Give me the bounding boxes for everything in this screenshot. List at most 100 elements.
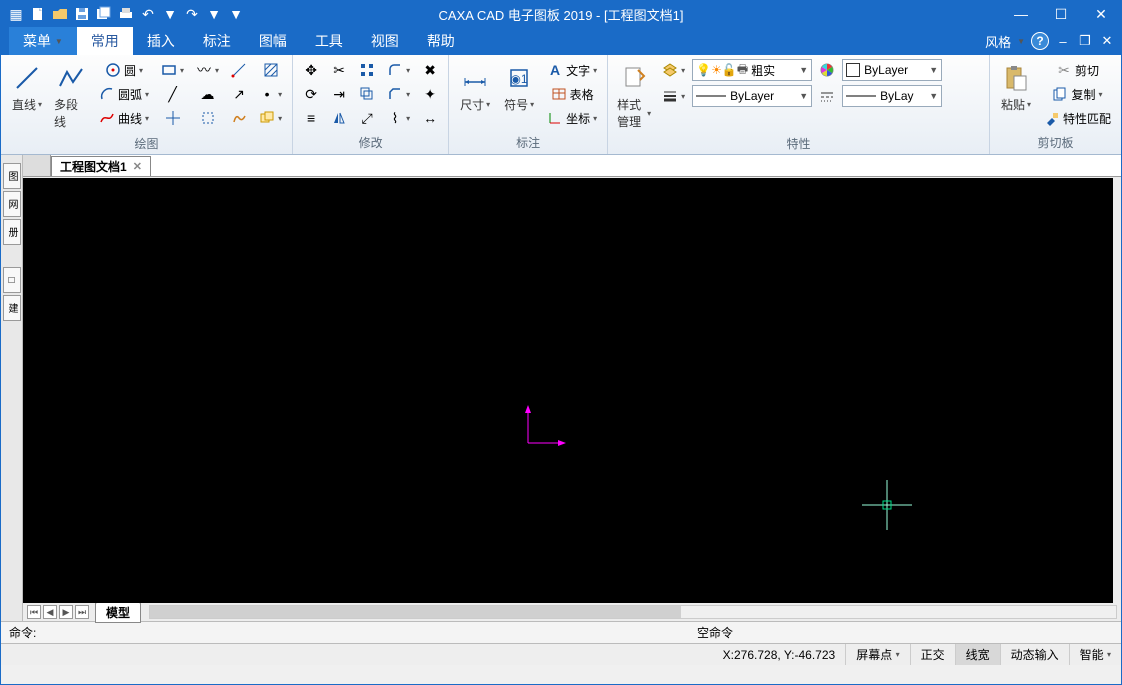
palette-tab-3[interactable]: 册 [3,219,21,245]
offset-button[interactable] [355,83,379,105]
print-icon[interactable] [117,5,135,23]
coord-button[interactable]: 坐标▾ [543,107,601,129]
color-wheel-button[interactable] [815,59,839,81]
move-button[interactable]: ✥ [299,59,323,81]
match-button[interactable]: 特性匹配 [1040,107,1115,129]
mdi-restore-icon[interactable]: ❐ [1077,33,1093,49]
mdi-minimize-icon[interactable]: – [1055,33,1071,49]
status-dyn-input[interactable]: 动态输入 [1001,644,1070,665]
layer-mgr-button[interactable]: ▾ [658,59,689,81]
region-button[interactable] [192,107,223,129]
minimize-button[interactable]: — [1001,1,1041,27]
palette-tab-5[interactable]: 建 [3,295,21,321]
rotate-button[interactable]: ⟳ [299,83,323,105]
next-tab-button[interactable]: ▶ [59,605,73,619]
array-button[interactable] [355,59,379,81]
line-button[interactable]: 直线▾ [7,59,47,116]
palette-tab-1[interactable]: 图 [3,163,21,189]
drawing-canvas[interactable] [23,178,1113,603]
help-icon[interactable]: ? [1031,32,1049,50]
text-button[interactable]: A文字▾ [543,59,601,81]
first-tab-button[interactable]: ⏮ [27,605,41,619]
menu-tools[interactable]: 工具 [301,27,357,55]
lineweight-combo[interactable]: ByLayer ▼ [692,85,812,107]
close-tab-icon[interactable]: ✕ [133,160,142,173]
break-button[interactable]: ⌇▾ [383,107,414,129]
status-coords[interactable]: X:276.728, Y:-46.723 [713,644,847,665]
circle-button[interactable]: 圆▾ [95,59,153,81]
status-smart[interactable]: 智能 ▾ [1070,644,1121,665]
undo-dropdown-icon[interactable]: ▼ [161,5,179,23]
fillet-button[interactable]: ▾ [383,59,414,81]
axis-button[interactable] [157,107,188,129]
ray-button[interactable] [227,59,251,81]
symbol-button[interactable]: ◉1 符号▾ [499,59,539,116]
stretch-button[interactable]: ↔ [418,107,442,129]
menu-help[interactable]: 帮助 [413,27,469,55]
table-button[interactable]: 表格 [543,83,601,105]
open-icon[interactable] [51,5,69,23]
maximize-button[interactable]: ☐ [1041,1,1081,27]
status-screen[interactable]: 屏幕点 ▾ [846,644,910,665]
new-doc-icon[interactable] [29,5,47,23]
qat-more-icon[interactable]: ▼ [227,5,245,23]
lineweight-button[interactable]: ▾ [658,85,689,107]
menu-main[interactable]: 菜单 ▼ [9,27,77,55]
mdi-close-icon[interactable]: ✕ [1099,33,1115,49]
prev-tab-button[interactable]: ◀ [43,605,57,619]
status-lineweight[interactable]: 线宽 [956,644,1001,665]
model-tab[interactable]: 模型 [95,602,141,623]
save-all-icon[interactable] [95,5,113,23]
cloud-button[interactable]: ☁ [192,83,223,105]
explode-button[interactable]: ✦ [418,83,442,105]
spline-button[interactable]: 〰▾ [192,59,223,81]
cut-button[interactable]: ✂剪切 [1040,59,1115,81]
last-tab-button[interactable]: ⏭ [75,605,89,619]
chamfer-button[interactable]: ▾ [383,83,414,105]
rect-button[interactable]: ▾ [157,59,188,81]
palette-tab-2[interactable]: 网 [3,191,21,217]
color-combo[interactable]: ByLayer ▼ [842,59,942,81]
palette-tab-4[interactable]: □ [3,267,21,293]
slash-button[interactable]: ╱ [157,83,188,105]
linetype-combo[interactable]: ByLay ▼ [842,85,942,107]
xline-button[interactable]: ↗ [227,83,251,105]
extend-button[interactable]: ⇥ [327,83,351,105]
menu-frame[interactable]: 图幅 [245,27,301,55]
mirror-button[interactable] [327,107,351,129]
redo-dropdown-icon[interactable]: ▼ [205,5,223,23]
linetype-button[interactable] [815,85,839,107]
trim-button[interactable]: ✂ [327,59,351,81]
menu-common[interactable]: 常用 [77,27,133,55]
command-bar[interactable]: 命令: 空命令 [1,621,1121,643]
undo-icon[interactable]: ↶ [139,5,157,23]
dim-button[interactable]: 尺寸▾ [455,59,495,116]
menu-annotate[interactable]: 标注 [189,27,245,55]
hatch-button[interactable] [255,59,286,81]
curve-button[interactable]: 曲线▾ [95,107,153,129]
save-icon[interactable] [73,5,91,23]
block-button[interactable]: ▾ [255,107,286,129]
menu-view[interactable]: 视图 [357,27,413,55]
style-label[interactable]: 风格 [985,32,1011,51]
hscroll-track[interactable] [149,605,1117,619]
style-dropdown-icon[interactable]: ▼ [1017,37,1025,46]
menu-insert[interactable]: 插入 [133,27,189,55]
paste-button[interactable]: 粘贴▾ [996,59,1036,116]
polyline-button[interactable]: 多段线 [51,59,91,133]
style-mgr-button[interactable]: 样式管理▾ [614,59,654,133]
hscroll-thumb[interactable] [150,606,681,618]
redo-icon[interactable]: ↷ [183,5,201,23]
scale-button[interactable]: ⤢ [355,107,379,129]
delete-button[interactable]: ✖ [418,59,442,81]
mpoly-button[interactable] [227,107,251,129]
arc-button[interactable]: 圆弧▾ [95,83,153,105]
new-icon[interactable]: ▦ [7,5,25,23]
align-button[interactable]: ≡ [299,107,323,129]
status-ortho[interactable]: 正交 [911,644,956,665]
close-button[interactable]: ✕ [1081,1,1121,27]
copy-button[interactable]: 复制▾ [1040,83,1115,105]
doc-tab-active[interactable]: 工程图文档1 ✕ [51,156,151,176]
point-button[interactable]: •▾ [255,83,286,105]
layer-combo[interactable]: 💡 ☀ 🔓 🖶 粗实 ▼ [692,59,812,81]
